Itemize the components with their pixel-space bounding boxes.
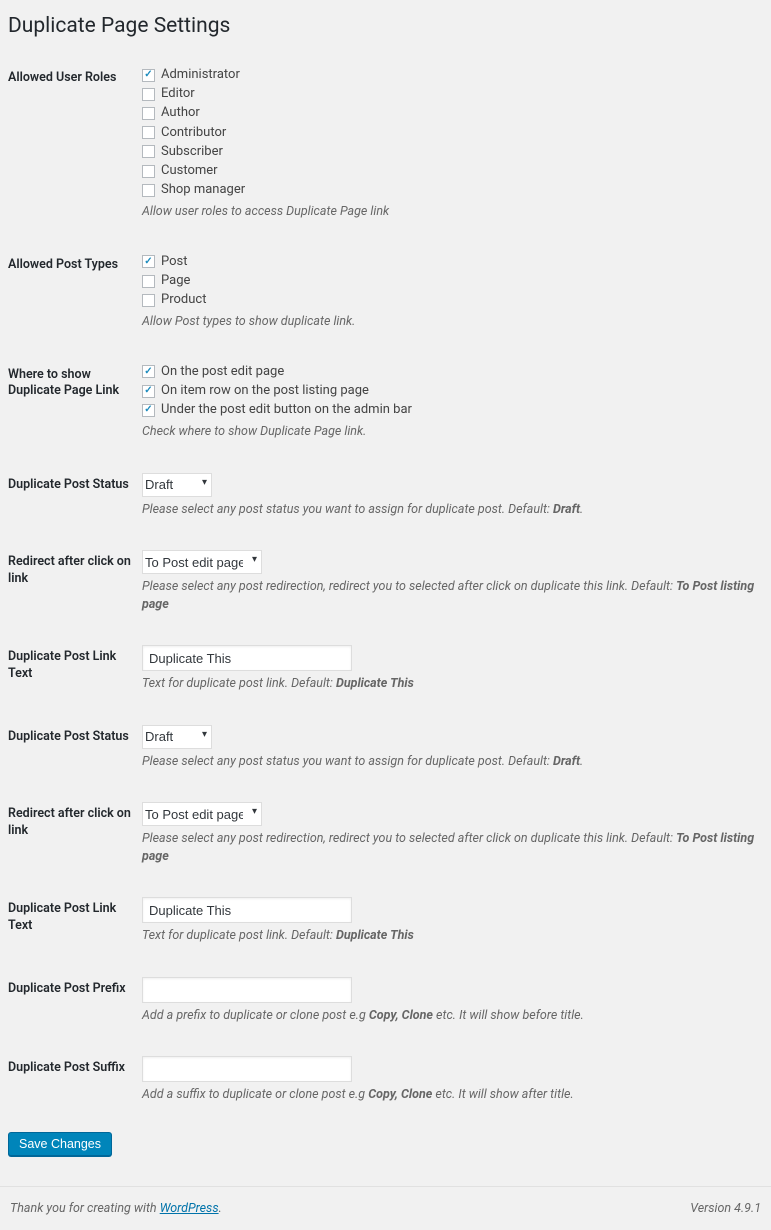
save-changes-button[interactable]: Save Changes [8, 1132, 112, 1156]
checkbox-label: Editor [161, 85, 195, 103]
checkbox-icon[interactable] [142, 385, 155, 398]
desc-suffix: Add a suffix to duplicate or clone post … [142, 1086, 763, 1104]
input-suffix[interactable] [142, 1056, 352, 1082]
checkbox-label: Shop manager [161, 181, 245, 199]
label-redirect-2: Redirect after click on link [8, 786, 142, 881]
label-prefix: Duplicate Post Prefix [8, 961, 142, 1041]
checkbox-icon[interactable] [142, 255, 155, 268]
checkbox-icon[interactable] [142, 184, 155, 197]
checkbox-label: Subscriber [161, 143, 223, 161]
checkbox-label: Author [161, 104, 200, 122]
checkbox-icon[interactable] [142, 165, 155, 178]
desc-where-to-show: Check where to show Duplicate Page link. [142, 423, 763, 441]
desc-allowed-post-types: Allow Post types to show duplicate link. [142, 313, 763, 331]
checkbox-option[interactable]: Under the post edit button on the admin … [142, 401, 763, 419]
label-allowed-post-types: Allowed Post Types [8, 237, 142, 347]
checkbox-option[interactable]: Editor [142, 85, 763, 103]
desc-post-status-1: Please select any post status you want t… [142, 501, 763, 519]
checkbox-label: Under the post edit button on the admin … [161, 401, 412, 419]
checkbox-option[interactable]: Customer [142, 162, 763, 180]
checkbox-icon[interactable] [142, 107, 155, 120]
checkbox-option[interactable]: Page [142, 272, 763, 290]
checkbox-label: Page [161, 272, 190, 290]
checkbox-label: Administrator [161, 66, 240, 84]
checkbox-label: On the post edit page [161, 363, 284, 381]
checkbox-option[interactable]: On the post edit page [142, 363, 763, 381]
checkbox-icon[interactable] [142, 69, 155, 82]
input-link-text-2[interactable] [142, 897, 352, 923]
desc-redirect-1: Please select any post redirection, redi… [142, 578, 763, 613]
input-link-text-1[interactable] [142, 645, 352, 671]
checkbox-option[interactable]: On item row on the post listing page [142, 382, 763, 400]
checkbox-group-post-types: PostPageProduct [142, 253, 763, 310]
label-where-to-show: Where to show Duplicate Page Link [8, 347, 142, 457]
checkbox-option[interactable]: Contributor [142, 124, 763, 142]
select-redirect-2[interactable]: To Post edit page [142, 802, 262, 826]
checkbox-group-user-roles: AdministratorEditorAuthor ContributorSubs… [142, 66, 763, 199]
checkbox-option[interactable]: Post [142, 253, 763, 271]
desc-prefix: Add a prefix to duplicate or clone post … [142, 1007, 763, 1025]
label-link-text-1: Duplicate Post Link Text [8, 629, 142, 709]
desc-link-text-1: Text for duplicate post link. Default: D… [142, 675, 763, 693]
checkbox-icon[interactable] [142, 126, 155, 139]
checkbox-label: Product [161, 291, 206, 309]
checkbox-label: On item row on the post listing page [161, 382, 369, 400]
settings-table: Allowed User Roles AdministratorEditorAu… [8, 50, 763, 1120]
desc-redirect-2: Please select any post redirection, redi… [142, 830, 763, 865]
footer-version: Version 4.9.1 [690, 1201, 761, 1216]
desc-link-text-2: Text for duplicate post link. Default: D… [142, 927, 763, 945]
checkbox-icon[interactable] [142, 404, 155, 417]
checkbox-icon[interactable] [142, 145, 155, 158]
checkbox-group-where-to-show: On the post edit pageOn item row on the … [142, 363, 763, 420]
select-redirect-1[interactable]: To Post edit page [142, 550, 262, 574]
checkbox-option[interactable]: Product [142, 291, 763, 309]
label-allowed-user-roles: Allowed User Roles [8, 50, 142, 237]
checkbox-icon[interactable] [142, 365, 155, 378]
checkbox-icon[interactable] [142, 294, 155, 307]
checkbox-icon[interactable] [142, 88, 155, 101]
label-redirect-1: Redirect after click on link [8, 534, 142, 629]
checkbox-option[interactable]: Subscriber [142, 143, 763, 161]
desc-post-status-2: Please select any post status you want t… [142, 753, 763, 771]
checkbox-label: Customer [161, 162, 218, 180]
label-link-text-2: Duplicate Post Link Text [8, 881, 142, 961]
page-title: Duplicate Page Settings [8, 8, 763, 50]
checkbox-option[interactable]: Shop manager [142, 181, 763, 199]
input-prefix[interactable] [142, 977, 352, 1003]
select-post-status-2[interactable]: Draft [142, 725, 212, 749]
label-post-status-2: Duplicate Post Status [8, 709, 142, 787]
checkbox-option[interactable]: Administrator [142, 66, 763, 84]
label-suffix: Duplicate Post Suffix [8, 1040, 142, 1120]
desc-allowed-user-roles: Allow user roles to access Duplicate Pag… [142, 203, 763, 221]
checkbox-icon[interactable] [142, 275, 155, 288]
admin-footer: Thank you for creating with WordPress. V… [0, 1186, 771, 1230]
checkbox-label: Post [161, 253, 188, 271]
label-post-status-1: Duplicate Post Status [8, 457, 142, 535]
checkbox-label: Contributor [161, 124, 226, 142]
footer-thankyou: Thank you for creating with [10, 1201, 160, 1216]
footer-wordpress-link[interactable]: WordPress [160, 1201, 219, 1216]
checkbox-option[interactable]: Author [142, 104, 763, 122]
select-post-status-1[interactable]: Draft [142, 473, 212, 497]
